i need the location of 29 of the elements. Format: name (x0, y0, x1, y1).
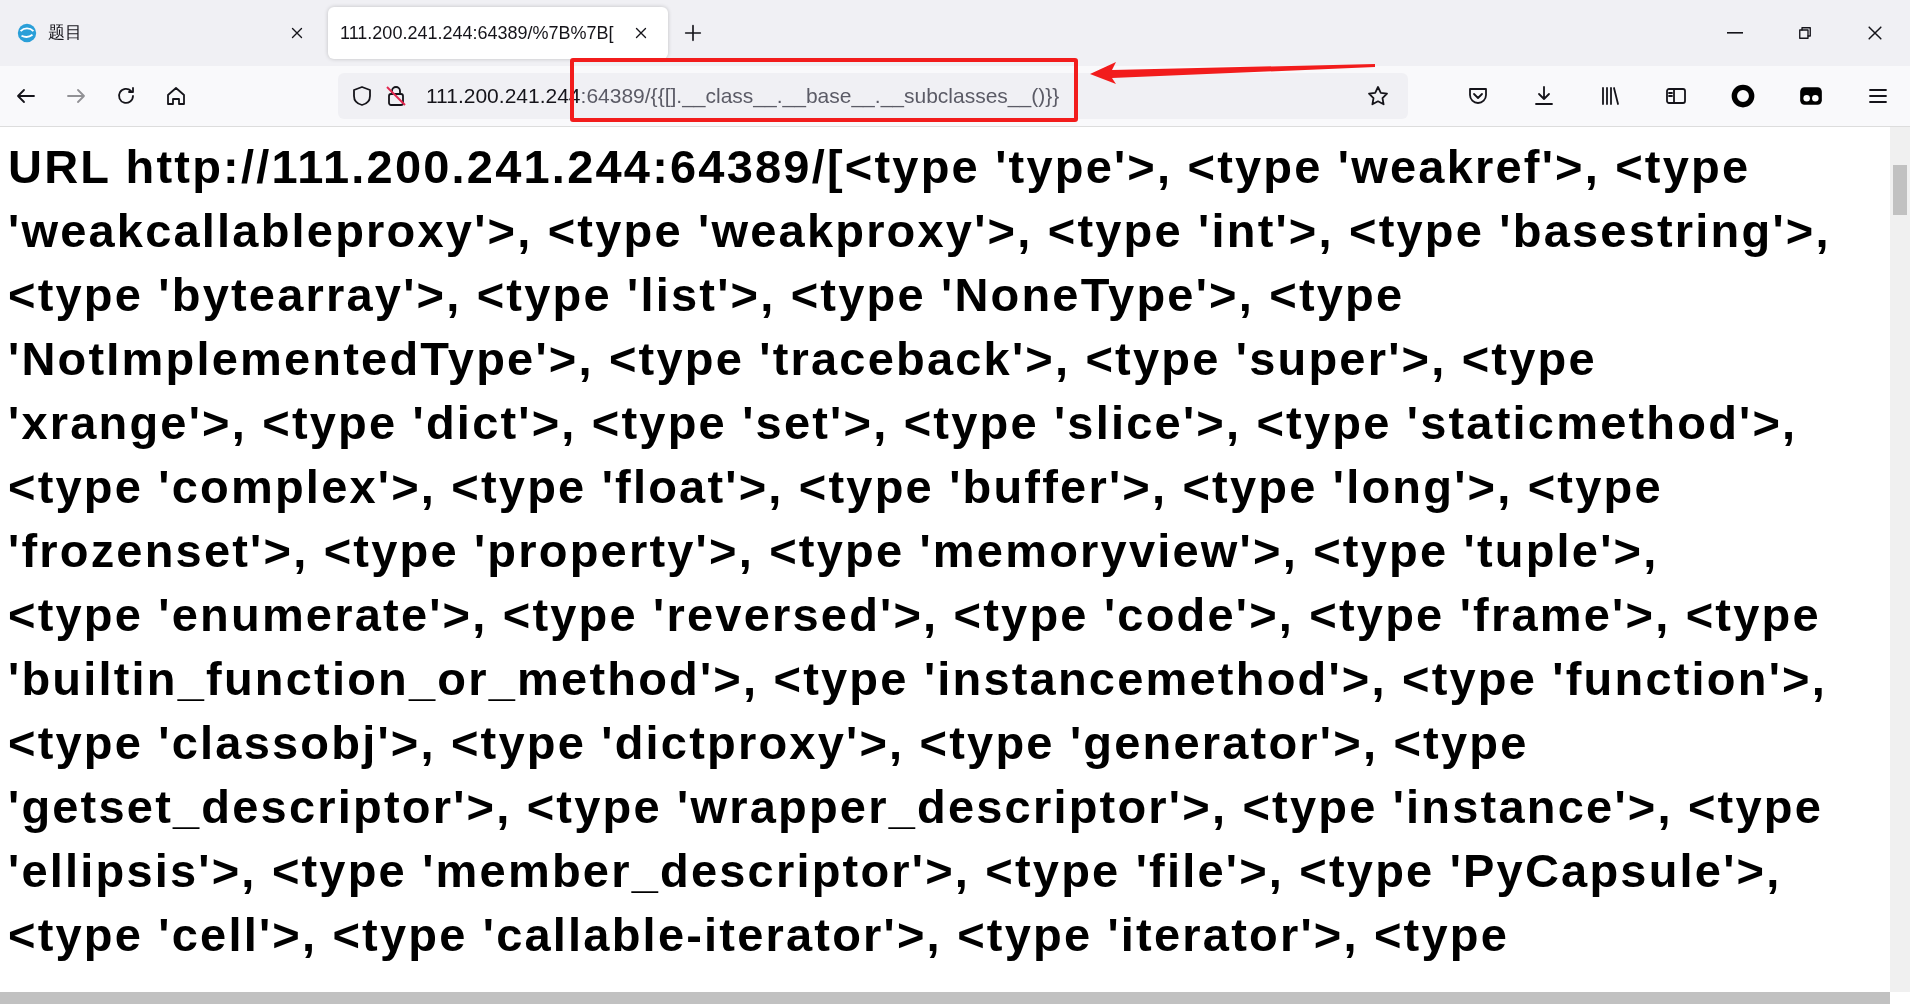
page-text-line: <type 'complex'>, <type 'float'>, <type 'buffer'>, <type 'long'>, <type (8, 459, 1663, 515)
page-text-line: 'NotImplementedType'>, <type 'traceback'>, <type 'super'>, <type (8, 331, 1597, 387)
minimize-icon (1727, 32, 1743, 34)
page-text-line: 'getset_descriptor'>, <type 'wrapper_descriptor'>, <type 'instance'>, <type (8, 779, 1824, 835)
globe-icon (16, 22, 38, 44)
download-icon (1532, 84, 1556, 108)
page-text-line: <type 'enumerate'>, <type 'reversed'>, <type 'code'>, <type 'frame'>, <type (8, 587, 1821, 643)
page-text-line: <type 'cell'>, <type 'callable-iterator'>, <type 'iterator'>, <type (8, 907, 1509, 963)
page-text-line: URL http://111.200.241.244:64389/[<type 'type'>, <type 'weakref'>, <type (8, 139, 1751, 195)
insecure-lock-icon (384, 84, 408, 108)
restore-icon (1796, 24, 1814, 42)
shield-icon (350, 84, 374, 108)
page-text-line: 'builtin_function_or_method'>, <type 'instancemethod'>, <type 'function'>, (8, 651, 1827, 707)
page-text-line: 'weakcallableproxy'>, <type 'weakproxy'>, <type 'int'>, <type 'basestring'>, (8, 203, 1831, 259)
tab[interactable]: 111.200.241.244:64389/%7B%7B[ (328, 7, 668, 59)
tab-title: 111.200.241.244:64389/%7B%7B[ (340, 21, 615, 45)
horizontal-scrollbar[interactable] (0, 992, 1890, 1004)
page-text-line: <type 'bytearray'>, <type 'list'>, <type 'NoneType'>, <type (8, 267, 1405, 323)
vertical-scrollbar[interactable] (1890, 127, 1910, 992)
page-text-line: 'ellipsis'>, <type 'member_descriptor'>, <type 'file'>, <type 'PyCapsule'>, (8, 843, 1782, 899)
home-icon (164, 84, 188, 108)
tab-title: 题目 (48, 22, 83, 45)
scroll-thumb[interactable] (1893, 165, 1907, 215)
page-text-line: 'frozenset'>, <type 'property'>, <type 'memoryview'>, <type 'tuple'>, (8, 523, 1659, 579)
page-text-line: <type 'classobj'>, <type 'dictproxy'>, <type 'generator'>, <type (8, 715, 1529, 771)
ring-icon (1730, 83, 1756, 109)
page-text-line: 'xrange'>, <type 'dict'>, <type 'set'>, <type 'slice'>, <type 'staticmethod'>, (8, 395, 1798, 451)
star-icon (1366, 84, 1390, 108)
plus-icon (682, 22, 704, 44)
